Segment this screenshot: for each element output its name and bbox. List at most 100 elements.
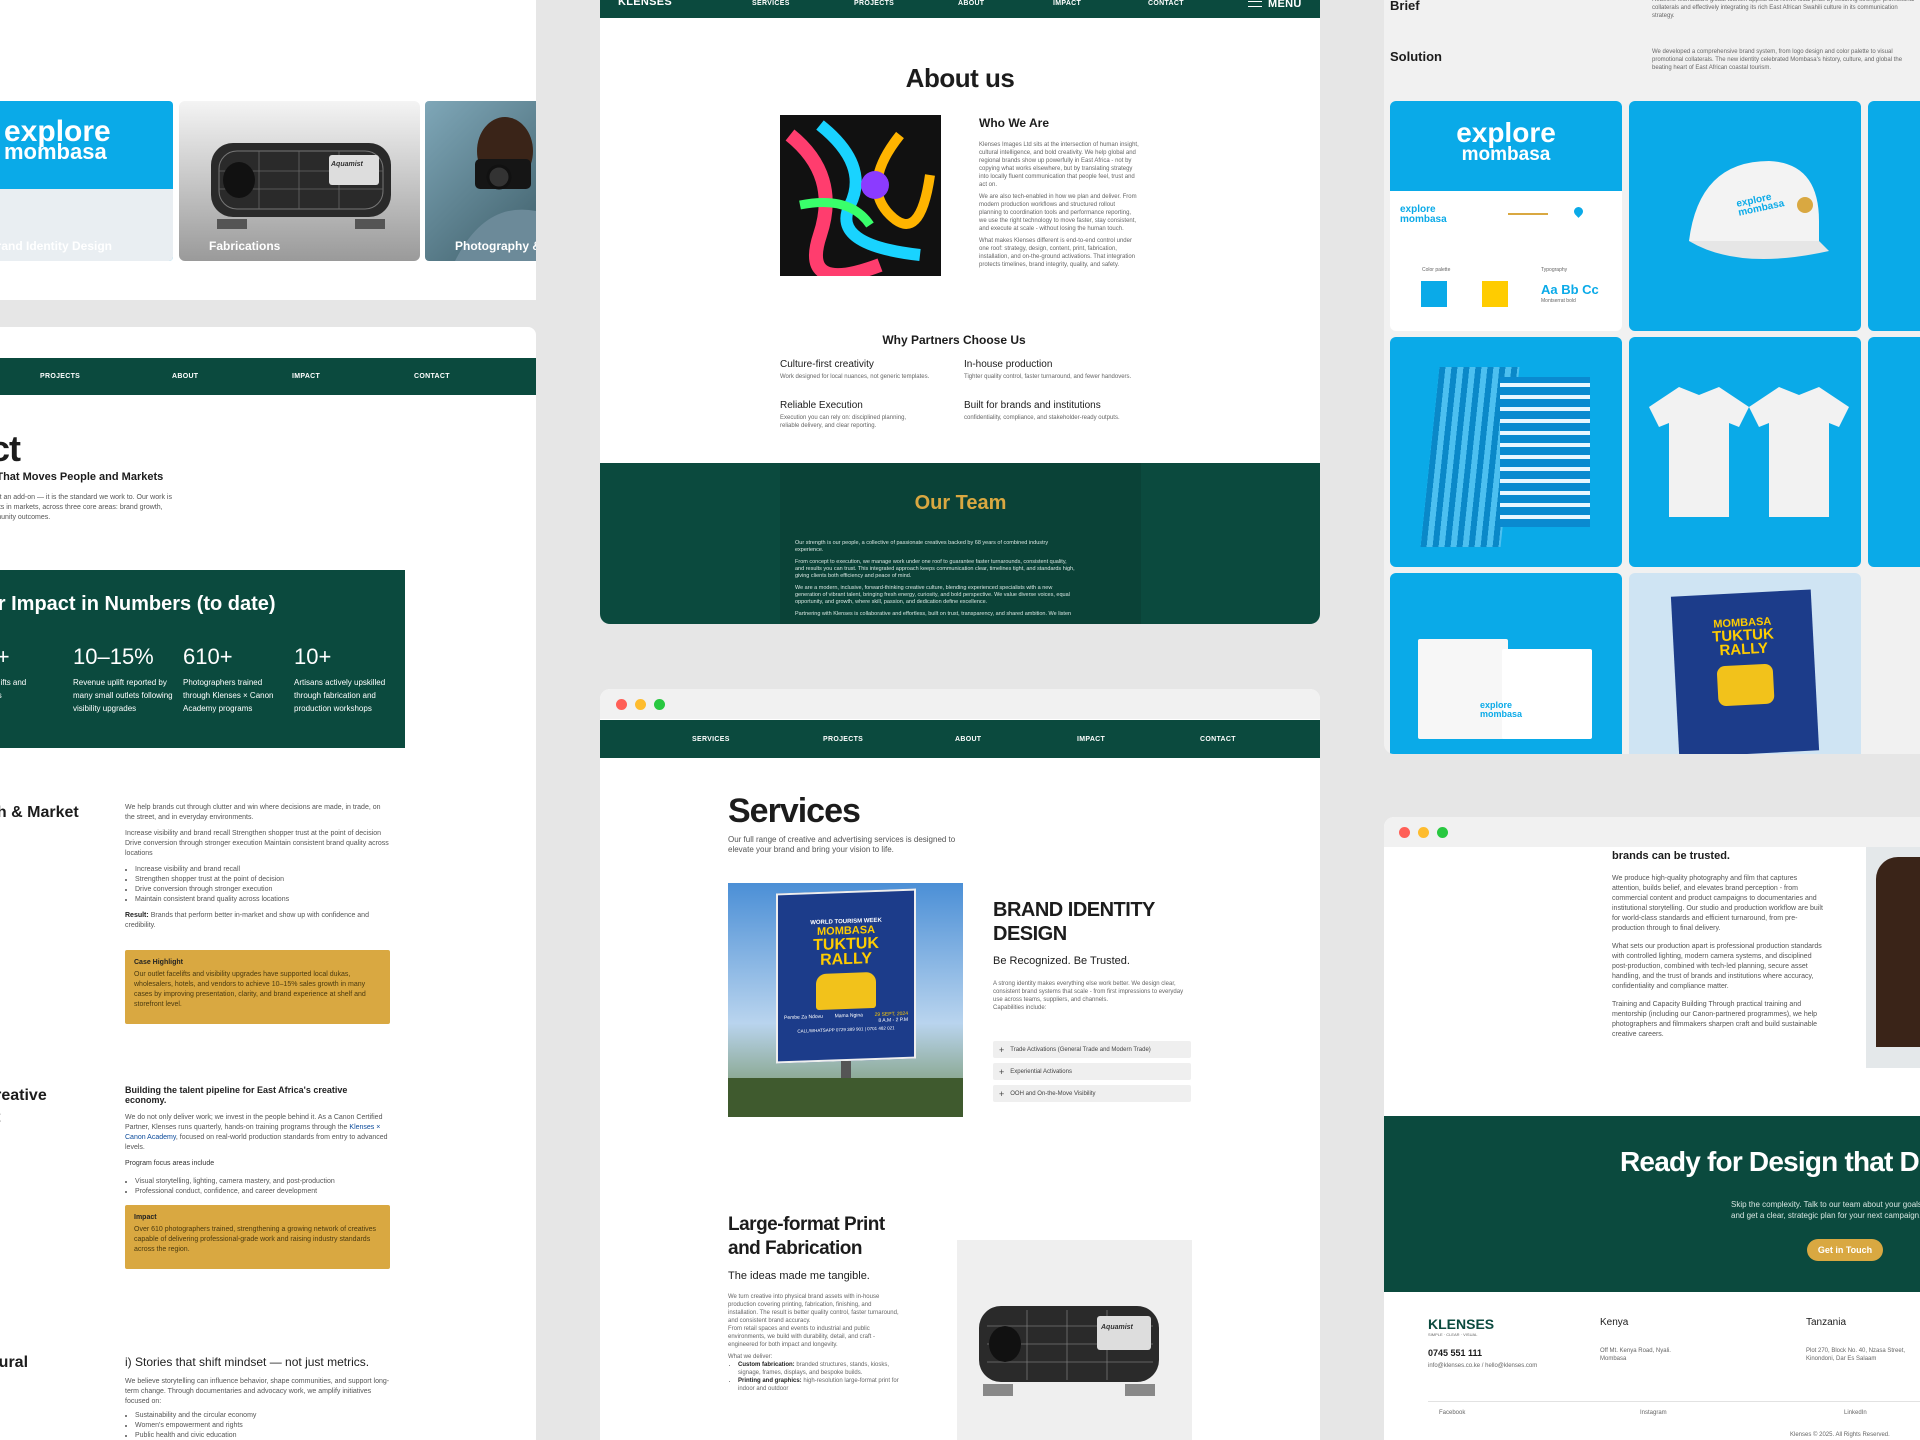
accordion-item-3[interactable]: + OOH and On-the-Move Visibility: [993, 1085, 1191, 1102]
nav-about[interactable]: ABOUT: [955, 736, 981, 743]
brand-guidelines-tile[interactable]: explore mombasa explore mombasa Color pa…: [1390, 101, 1622, 331]
reason-1: Culture-first creativity Work designed f…: [780, 359, 930, 380]
stat-2: 10–15% Revenue uplift reported by many s…: [73, 644, 173, 713]
towel-fold: [1500, 377, 1590, 527]
truck-illustration: [211, 143, 391, 229]
pin-icon: [1572, 205, 1585, 218]
copyright: Klenses © 2025. All Rights Reserved.: [1790, 1432, 1890, 1438]
nav-contact[interactable]: CONTACT: [1200, 736, 1236, 743]
facebook-link[interactable]: Facebook: [1439, 1409, 1465, 1417]
impact-title: Impact: [0, 428, 21, 469]
team-text: Our strength is our people, a collective…: [795, 540, 1075, 617]
trees: [728, 1078, 963, 1117]
nav-impact[interactable]: IMPACT: [1077, 736, 1105, 743]
who-we-are-title: Who We Are: [979, 116, 1050, 130]
plus-icon: +: [999, 1066, 1005, 1077]
poster-tile[interactable]: MOMBASA TUKTUK RALLY: [1629, 573, 1861, 754]
reason-2: In-house production Tighter quality cont…: [964, 359, 1132, 380]
nav-contact[interactable]: CONTACT: [414, 373, 450, 380]
photographer-illustration: [455, 117, 536, 261]
get-in-touch-button[interactable]: Get in Touch: [1807, 1239, 1883, 1261]
towel-tile[interactable]: [1390, 337, 1622, 567]
brand-identity-tagline: Be Recognized. Be Trusted.: [993, 955, 1130, 967]
section-social: i) Stories that shift mindset — not just…: [125, 1355, 390, 1440]
color-palette-label: Color palette: [1422, 267, 1451, 273]
numbers-title: Our Impact in Numbers (to date): [0, 593, 276, 615]
services-nav: SERVICES PROJECTS ABOUT IMPACT CONTACT: [600, 720, 1320, 758]
gallery-card-brand[interactable]: explore mombasa Brand Identity Design: [0, 101, 173, 261]
services-title: Services: [728, 792, 861, 830]
section-brand-growth: We help brands cut through clutter and w…: [125, 803, 390, 931]
footer-email[interactable]: info@klenses.co.ke / hello@klenses.com: [1428, 1362, 1537, 1370]
team-title: Our Team: [914, 492, 1007, 514]
plus-icon: +: [999, 1088, 1005, 1099]
print-fabrication-text: We turn creative into physical brand ass…: [728, 1293, 903, 1393]
cta-text: Skip the complexity. Talk to our team ab…: [1731, 1200, 1920, 1220]
typography-label: Typography: [1541, 267, 1568, 273]
swatch-blue: [1421, 281, 1447, 307]
stat-3: 610+ Photographers trained through Klens…: [183, 644, 274, 713]
bags-tile[interactable]: explore mombasa: [1390, 573, 1622, 754]
impact-intro: At Klenses Images, impact is not an add-…: [0, 494, 172, 521]
nav-projects[interactable]: PROJECTS: [823, 736, 863, 743]
accordion-item-2[interactable]: + Experiential Activations: [993, 1063, 1191, 1080]
close-dot-icon[interactable]: [616, 698, 627, 710]
reason-4: Built for brands and institutions confid…: [964, 400, 1120, 421]
gallery-label-photo: Photography & Film: [455, 239, 536, 253]
brand-logo: explore mombasa: [4, 115, 111, 164]
nav-services[interactable]: SERVICES: [692, 736, 730, 743]
photo-text: We produce high-quality photography and …: [1612, 875, 1823, 1038]
impact-page: PROJECTS ABOUT IMPACT CONTACT Impact Wor…: [0, 327, 536, 1440]
billboard-board: WORLD TOURISM WEEK MOMBASA TUKTUK RALLY …: [776, 888, 916, 1064]
swatch-yellow: [1482, 281, 1508, 307]
nav-projects[interactable]: PROJECTS: [854, 0, 894, 7]
maximize-dot-icon[interactable]: [654, 698, 665, 710]
gallery-card-photography[interactable]: Photography & Film: [425, 101, 536, 261]
footer-kenya-label: Kenya: [1600, 1317, 1629, 1328]
nav-about[interactable]: ABOUT: [958, 0, 984, 7]
section-social-title: Social & Cultural Impact: [0, 1354, 29, 1371]
nav-about[interactable]: ABOUT: [172, 373, 198, 380]
poster-illustration: MOMBASA TUKTUK RALLY: [1670, 589, 1820, 754]
stat-1: 500+ Outlet facelifts and installations: [0, 644, 27, 700]
footer-logo[interactable]: KLENSES SIMPLE · CLEAR · VISUAL: [1428, 1316, 1494, 1337]
nav-services[interactable]: SERVICES: [752, 0, 790, 7]
menu-button[interactable]: MENU: [1248, 0, 1302, 10]
section-industry: Building the talent pipeline for East Af…: [125, 1085, 390, 1197]
about-page: KLENSES SERVICES PROJECTS ABOUT IMPACT C…: [600, 0, 1320, 624]
klenses-logo[interactable]: KLENSES: [618, 0, 672, 8]
logo-variations: explore mombasa: [1400, 204, 1447, 225]
brand-identity-text: A strong identity makes everything else …: [993, 981, 1184, 1011]
footer-phone[interactable]: 0745 551 111: [1428, 1348, 1482, 1358]
bag-1: [1418, 639, 1508, 739]
instagram-link[interactable]: Instagram: [1640, 1409, 1667, 1417]
truck-brand: Aquamist: [1101, 1324, 1133, 1331]
solution-label: Solution: [1390, 49, 1442, 64]
nav-contact[interactable]: CONTACT: [1148, 0, 1184, 7]
gallery-label-fabrications: Fabrications: [209, 239, 281, 253]
stat-4: 10+ Artisans actively upskilled through …: [294, 644, 386, 713]
print-fabrication-tagline: The ideas made me tangible.: [728, 1270, 870, 1282]
case-study-page: Brief Redefine Mombasa's global tourism …: [1384, 0, 1920, 754]
shirts-tile[interactable]: [1629, 337, 1861, 567]
nav-projects[interactable]: PROJECTS: [40, 373, 80, 380]
nav-impact[interactable]: IMPACT: [292, 373, 320, 380]
section-industry-title: Industry & Creative Development: [0, 1087, 47, 1126]
gallery-card-fabrication[interactable]: Aquamist Fabrications: [179, 101, 420, 261]
gallery-panel: explore mombasa Brand Identity Design Aq…: [0, 0, 536, 300]
linkedin-link[interactable]: LinkedIn: [1844, 1409, 1867, 1417]
team-card: Our Team Our strength is our people, a c…: [780, 463, 1141, 624]
cap-tile[interactable]: explore mombasa: [1629, 101, 1861, 331]
truck-brand: Aquamist: [331, 161, 363, 168]
brand-logo-block: explore mombasa: [1390, 101, 1622, 191]
accordion-item-1[interactable]: + Trade Activations (General Trade and Mo…: [993, 1041, 1191, 1058]
abstract-art-image: [780, 115, 941, 276]
minimize-dot-icon[interactable]: [1418, 826, 1429, 838]
minimize-dot-icon[interactable]: [635, 698, 646, 710]
tile-edge-1: [1868, 101, 1920, 331]
nav-impact[interactable]: IMPACT: [1053, 0, 1081, 7]
polo-shirts-illustration: [1649, 387, 1849, 517]
arrow-icon: [1508, 213, 1548, 215]
maximize-dot-icon[interactable]: [1437, 826, 1448, 838]
close-dot-icon[interactable]: [1399, 826, 1410, 838]
